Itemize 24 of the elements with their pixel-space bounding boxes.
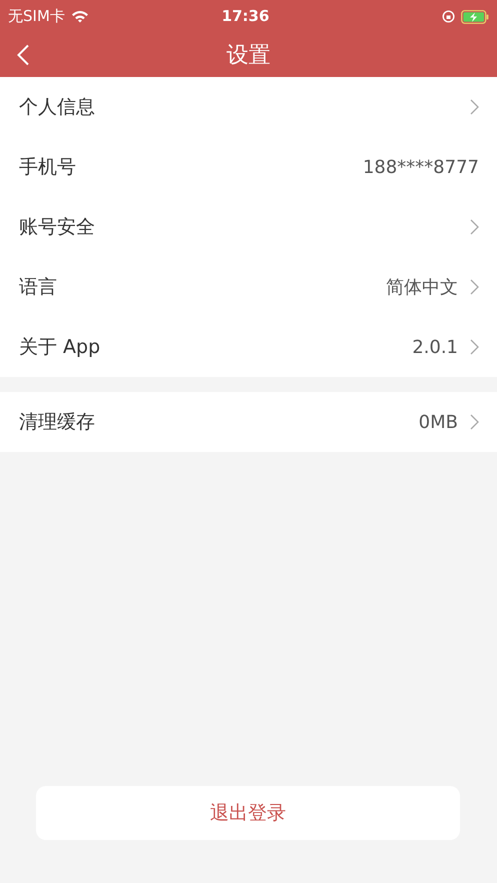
settings-row[interactable]: 关于 App 2.0.1 xyxy=(0,317,497,377)
row-label: 清理缓存 xyxy=(19,410,96,435)
row-value: 188****8777 xyxy=(362,156,479,180)
settings-row[interactable]: 手机号 188****8777 xyxy=(0,137,497,197)
logout-button[interactable]: 退出登录 xyxy=(36,786,460,840)
row-label: 手机号 xyxy=(19,154,77,180)
rotation-lock-icon xyxy=(442,10,455,23)
back-icon[interactable] xyxy=(16,44,30,66)
row-label: 语言 xyxy=(19,274,58,300)
status-time: 17:36 xyxy=(220,6,270,28)
row-label: 关于 App xyxy=(19,334,102,360)
settings-row[interactable]: 语言 简体中文 xyxy=(0,257,497,317)
page-title: 设置 xyxy=(226,42,270,70)
row-value: 0MB xyxy=(418,410,458,434)
settings-row[interactable]: 账号安全 xyxy=(0,197,497,257)
settings-row[interactable]: 个人信息 xyxy=(0,77,497,137)
row-label: 账号安全 xyxy=(19,214,96,240)
row-value: 简体中文 xyxy=(386,276,458,300)
carrier-label: 无SIM卡 xyxy=(8,6,65,28)
settings-row[interactable]: 清理缓存 0MB xyxy=(0,392,497,452)
wifi-icon xyxy=(70,10,89,23)
row-value: 2.0.1 xyxy=(412,336,458,360)
battery-charging-icon xyxy=(461,10,489,24)
row-label: 个人信息 xyxy=(19,94,96,120)
